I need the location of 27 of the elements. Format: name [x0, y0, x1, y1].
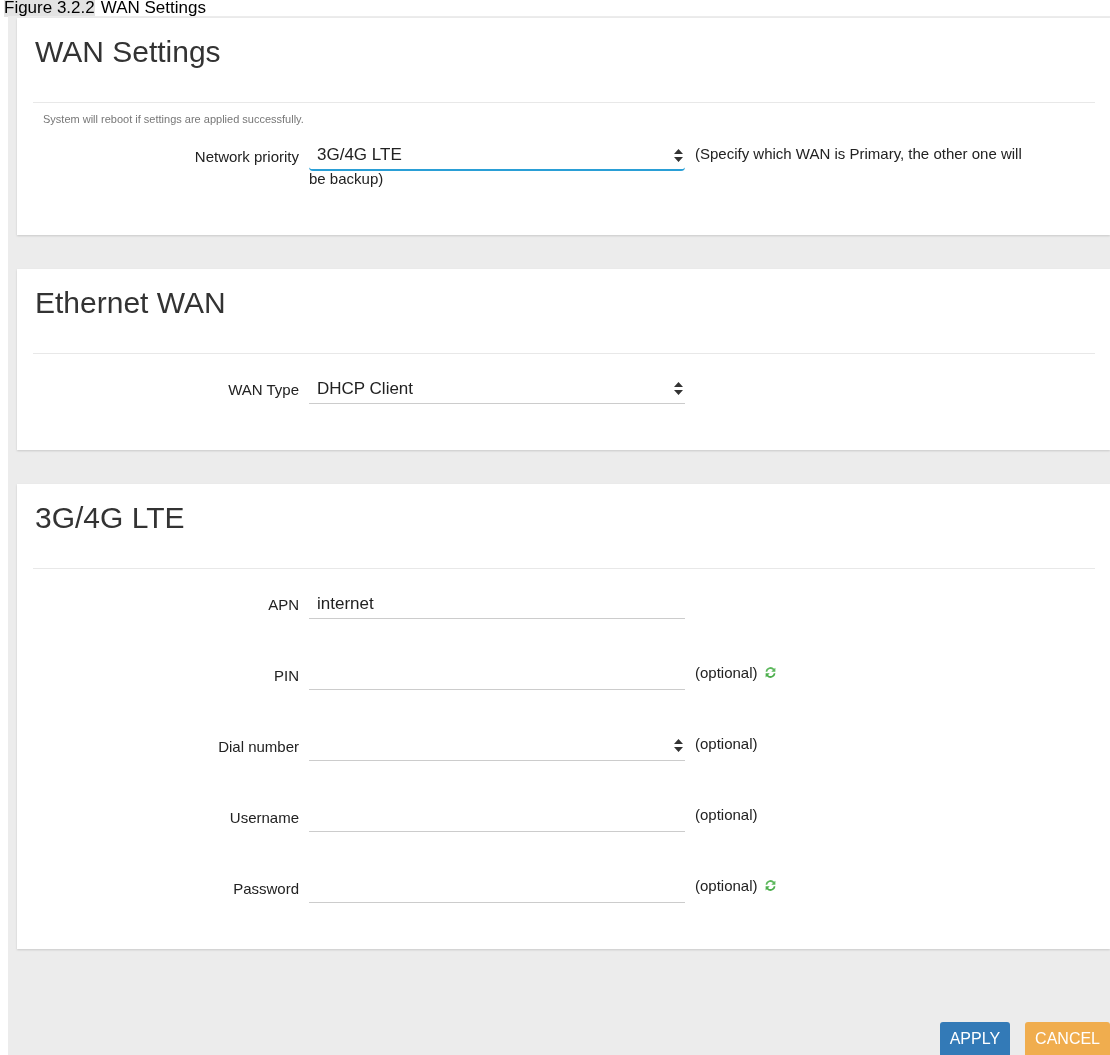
field-label: Password	[232, 880, 299, 899]
apply-button[interactable]: APPLY	[939, 1022, 1011, 1055]
section-title: 3G/4G LTE	[34, 500, 186, 536]
field-label: Dial number	[217, 738, 299, 757]
field-label: Network priority	[193, 148, 299, 167]
section-title: WAN Settings	[34, 34, 222, 70]
section-title: Ethernet WAN	[34, 285, 227, 321]
select-field[interactable]: 3G/4G LTE	[309, 141, 685, 171]
hint-text: (optional)	[695, 734, 758, 753]
refresh-icon[interactable]	[763, 666, 777, 679]
field-label: Username	[228, 809, 299, 828]
field-label: PIN	[273, 667, 299, 686]
hint-text: (Specify which WAN is Primary, the other one will	[695, 144, 1022, 163]
hint-text: be backup)	[309, 169, 384, 189]
hint-text: (optional)	[695, 663, 758, 682]
input-field[interactable]: internet	[309, 589, 685, 619]
field-label: WAN Type	[227, 381, 299, 400]
figure-title: WAN Settings	[100, 0, 206, 17]
hint-text: (optional)	[695, 876, 758, 895]
hint-text: (optional)	[695, 805, 758, 824]
refresh-icon[interactable]	[763, 879, 777, 892]
notice-text: System will reboot if settings are applied successfully.	[42, 112, 305, 125]
field-label: APN	[267, 596, 299, 615]
select-arrows-icon	[674, 382, 683, 395]
select-arrows-icon	[674, 148, 683, 162]
select-arrows-icon	[674, 739, 683, 752]
select-field[interactable]: DHCP Client	[309, 374, 685, 404]
